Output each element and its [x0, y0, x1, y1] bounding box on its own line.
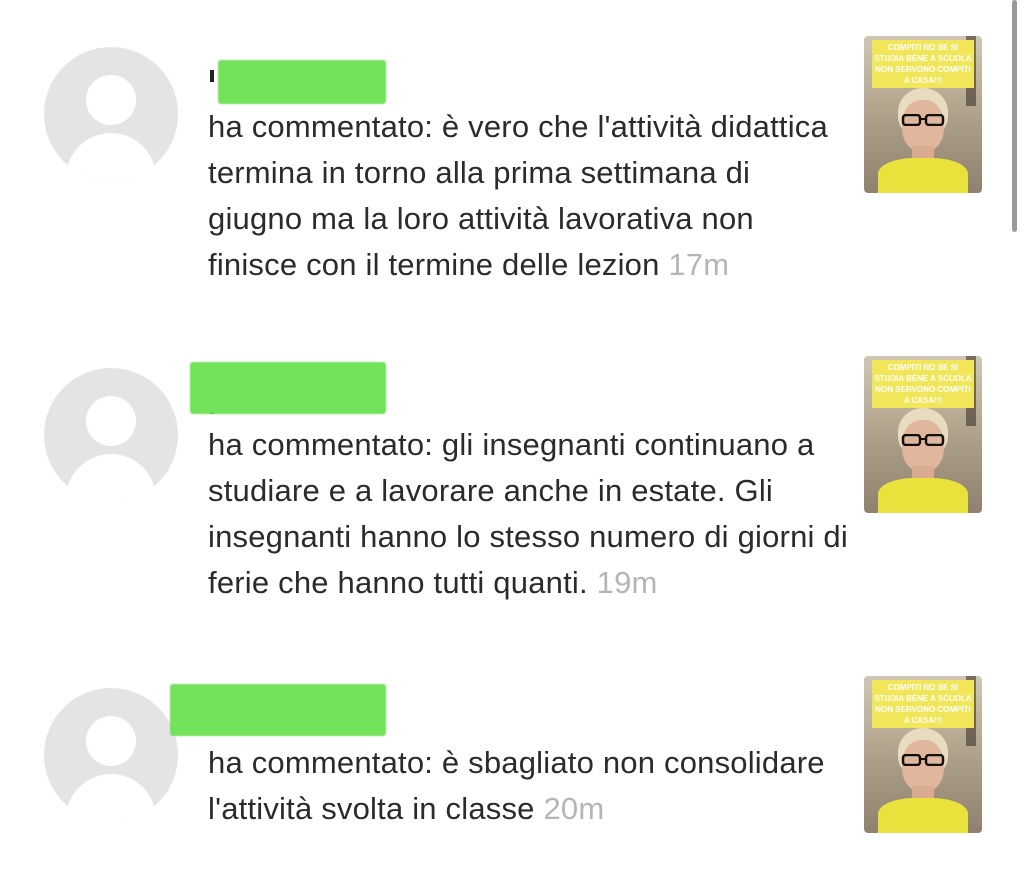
notification-item[interactable]: ha commentato: è vero che l'attività did… [0, 0, 1024, 340]
user-avatar-icon[interactable] [44, 368, 178, 502]
thumbnail-caption: COMPITI NO SE SI STUDIA BENE A SCUOLA NO… [872, 360, 974, 408]
comment-text: ha commentato: gli insegnanti continuano… [208, 422, 848, 606]
video-thumbnail[interactable]: COMPITI NO SE SI STUDIA BENE A SCUOLA NO… [864, 36, 982, 193]
notification-item[interactable]: ha commentato: gli insegnanti continuano… [0, 340, 1024, 670]
user-avatar-icon[interactable] [44, 47, 178, 181]
comment-text: ha commentato: è sbagliato non consolida… [208, 740, 848, 832]
redacted-username [218, 60, 386, 104]
video-thumbnail[interactable]: COMPITI NO SE SI STUDIA BENE A SCUOLA NO… [864, 356, 982, 513]
comment-body: ha commentato: è vero che l'attività did… [208, 109, 828, 282]
redacted-username [190, 362, 386, 414]
notification-item[interactable]: ha commentato: è sbagliato non consolida… [0, 670, 1024, 895]
timestamp: 20m [543, 791, 605, 826]
comment-text: ha commentato: è vero che l'attività did… [208, 104, 848, 288]
thumbnail-caption: COMPITI NO SE SI STUDIA BENE A SCUOLA NO… [872, 40, 974, 88]
user-avatar-icon[interactable] [44, 688, 178, 822]
redacted-username [170, 684, 386, 736]
timestamp: 17m [668, 247, 730, 282]
comment-body: ha commentato: è sbagliato non consolida… [208, 745, 825, 826]
comment-body: ha commentato: gli insegnanti continuano… [208, 427, 848, 600]
timestamp: 19m [596, 565, 658, 600]
thumbnail-caption: COMPITI NO SE SI STUDIA BENE A SCUOLA NO… [872, 680, 974, 728]
scrollbar[interactable] [1012, 0, 1017, 232]
video-thumbnail[interactable]: COMPITI NO SE SI STUDIA BENE A SCUOLA NO… [864, 676, 982, 833]
